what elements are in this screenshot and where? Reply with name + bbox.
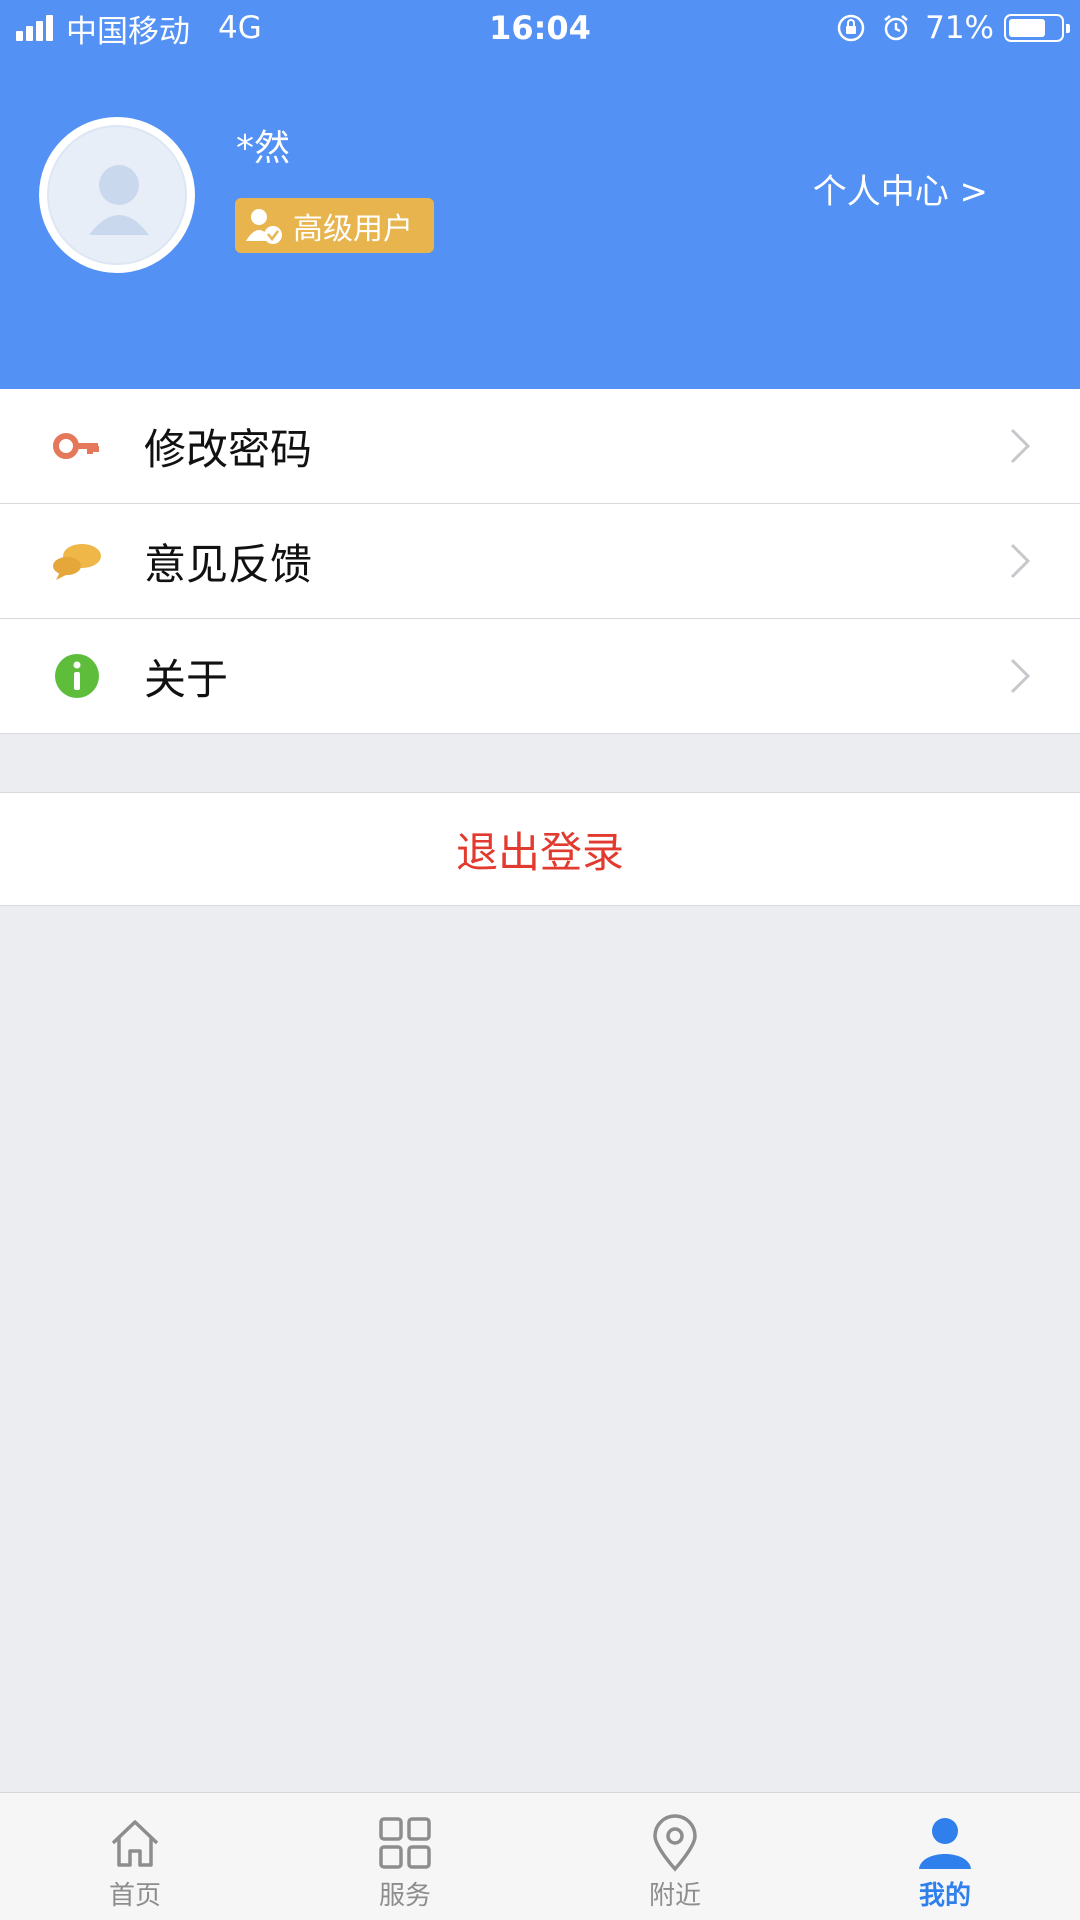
avatar[interactable] (39, 117, 195, 273)
tab-label: 附近 (648, 1881, 701, 1911)
battery-percent: 71% (925, 10, 994, 46)
alarm-icon (884, 15, 908, 41)
location-pin-icon (653, 1814, 697, 1872)
username: *然 (236, 128, 291, 169)
status-bar: 中国移动 4G 16:04 71% (0, 0, 1080, 54)
tab-label: 我的 (918, 1881, 971, 1911)
verified-user-icon (246, 208, 282, 244)
chevron-right-icon (1010, 543, 1031, 579)
rotation-lock-icon (837, 14, 865, 42)
menu-item-change-password[interactable]: 修改密码 (0, 389, 1080, 504)
default-avatar-icon (89, 165, 149, 235)
home-icon (111, 1820, 159, 1867)
grid-icon (379, 1817, 431, 1869)
personal-center-link[interactable]: 个人中心 > (813, 170, 988, 214)
user-icon (919, 1818, 971, 1869)
tab-mine[interactable]: 我的 (810, 1793, 1080, 1920)
chevron-right-icon (1010, 428, 1031, 464)
menu-item-feedback[interactable]: 意见反馈 (0, 504, 1080, 619)
menu-label: 关于 (144, 654, 229, 704)
badge-label: 高级用户 (293, 211, 413, 247)
tab-nearby[interactable]: 附近 (540, 1793, 810, 1920)
key-icon (53, 433, 99, 459)
user-level-badge: 高级用户 (235, 198, 434, 253)
tab-label: 服务 (378, 1881, 431, 1911)
menu-label: 修改密码 (144, 424, 313, 474)
battery-icon (1004, 14, 1070, 42)
menu-label: 意见反馈 (144, 539, 313, 589)
tab-home[interactable]: 首页 (0, 1793, 270, 1920)
logout-button[interactable]: 退出登录 (0, 792, 1080, 906)
bottom-tab-bar: 首页 服务 附近 我的 (0, 1792, 1080, 1920)
info-icon (55, 654, 99, 698)
profile-header: 中国移动 4G 16:04 71% *然 高级用户 个人中心 > (0, 0, 1080, 389)
settings-menu: 修改密码 意见反馈 关于 (0, 389, 1080, 734)
menu-item-about[interactable]: 关于 (0, 619, 1080, 734)
tab-label: 首页 (108, 1881, 161, 1911)
chevron-right-icon (1010, 658, 1031, 694)
chat-bubbles-icon (53, 544, 101, 580)
tab-services[interactable]: 服务 (270, 1793, 540, 1920)
